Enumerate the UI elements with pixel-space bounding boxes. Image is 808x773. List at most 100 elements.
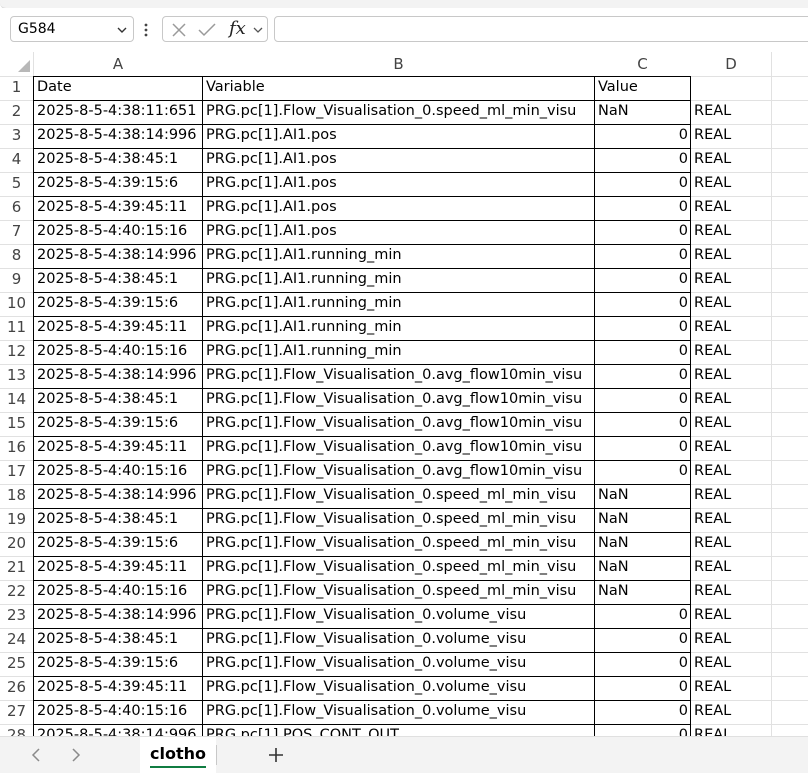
row-header[interactable]: 16: [0, 436, 33, 460]
row-header[interactable]: 5: [0, 172, 33, 196]
fx-icon[interactable]: fx: [229, 18, 246, 40]
row-header[interactable]: 4: [0, 148, 33, 172]
row-header[interactable]: 24: [0, 628, 33, 652]
row-header[interactable]: 2: [0, 100, 33, 124]
cell-date[interactable]: 2025-8-5-4:38:45:1: [34, 508, 203, 532]
row-header[interactable]: 12: [0, 340, 33, 364]
cell-type[interactable]: REAL: [691, 100, 771, 124]
cell-date[interactable]: 2025-8-5-4:38:45:1: [34, 148, 203, 172]
cell-date[interactable]: 2025-8-5-4:39:45:11: [34, 436, 203, 460]
cell-variable[interactable]: PRG.pc[1].AI1.running_min: [203, 292, 595, 316]
cell-type[interactable]: REAL: [691, 628, 771, 652]
row-header[interactable]: 1: [0, 76, 33, 100]
cell-date[interactable]: 2025-8-5-4:38:14:996: [34, 604, 203, 628]
cell-type[interactable]: REAL: [691, 268, 771, 292]
cell-date[interactable]: 2025-8-5-4:39:45:11: [34, 196, 203, 220]
cell-type[interactable]: REAL: [691, 148, 771, 172]
column-header-d[interactable]: D: [691, 52, 771, 76]
cell-value[interactable]: 0: [595, 316, 691, 340]
cell-type[interactable]: REAL: [691, 196, 771, 220]
cell-type[interactable]: REAL: [691, 556, 771, 580]
cell-type[interactable]: REAL: [691, 460, 771, 484]
cell-date[interactable]: 2025-8-5-4:38:45:1: [34, 268, 203, 292]
row-header[interactable]: 21: [0, 556, 33, 580]
cell-variable[interactable]: PRG.pc[1].AI1.pos: [203, 196, 595, 220]
cell-variable[interactable]: PRG.pc[1].Flow_Visualisation_0.volume_vi…: [203, 700, 595, 724]
cell-date[interactable]: 2025-8-5-4:40:15:16: [34, 340, 203, 364]
header-cell-c[interactable]: Value: [595, 76, 691, 100]
cell-type[interactable]: REAL: [691, 388, 771, 412]
cell-type[interactable]: REAL: [691, 580, 771, 604]
cell-variable[interactable]: PRG.pc[1].AI1.pos: [203, 220, 595, 244]
cell-variable[interactable]: PRG.pc[1].Flow_Visualisation_0.avg_flow1…: [203, 388, 595, 412]
cell-value[interactable]: 0: [595, 292, 691, 316]
row-header[interactable]: 25: [0, 652, 33, 676]
header-cell-a[interactable]: Date: [34, 76, 203, 100]
row-header[interactable]: 27: [0, 700, 33, 724]
cell-variable[interactable]: PRG.pc[1].AI1.pos: [203, 172, 595, 196]
row-header[interactable]: 20: [0, 532, 33, 556]
cell-date[interactable]: 2025-8-5-4:39:15:6: [34, 532, 203, 556]
cell-date[interactable]: 2025-8-5-4:38:14:996: [34, 724, 203, 736]
row-header[interactable]: 14: [0, 388, 33, 412]
column-header-c[interactable]: C: [595, 52, 690, 76]
cell-variable[interactable]: PRG.pc[1].Flow_Visualisation_0.speed_ml_…: [203, 580, 595, 604]
cell-value[interactable]: 0: [595, 724, 691, 736]
cell-variable[interactable]: PRG.pc[1].AI1.running_min: [203, 316, 595, 340]
cell-value[interactable]: 0: [595, 652, 691, 676]
row-header[interactable]: 9: [0, 268, 33, 292]
column-header-a[interactable]: A: [34, 52, 202, 76]
row-header[interactable]: 22: [0, 580, 33, 604]
cell-date[interactable]: 2025-8-5-4:39:15:6: [34, 412, 203, 436]
cell-date[interactable]: 2025-8-5-4:40:15:16: [34, 220, 203, 244]
cell-value[interactable]: 0: [595, 460, 691, 484]
cell-value[interactable]: NaN: [595, 484, 691, 508]
cell-date[interactable]: 2025-8-5-4:38:45:1: [34, 628, 203, 652]
row-header[interactable]: 23: [0, 604, 33, 628]
row-header[interactable]: 8: [0, 244, 33, 268]
cell-type[interactable]: REAL: [691, 724, 771, 736]
cell-type[interactable]: REAL: [691, 340, 771, 364]
plus-icon[interactable]: [264, 745, 288, 765]
cell-type[interactable]: REAL: [691, 292, 771, 316]
cell-date[interactable]: 2025-8-5-4:39:15:6: [34, 652, 203, 676]
row-header[interactable]: 7: [0, 220, 33, 244]
cell-value[interactable]: 0: [595, 244, 691, 268]
cell-type[interactable]: REAL: [691, 676, 771, 700]
header-cell-d[interactable]: [691, 76, 771, 100]
cell-date[interactable]: 2025-8-5-4:38:14:996: [34, 364, 203, 388]
cell-value[interactable]: 0: [595, 604, 691, 628]
row-header[interactable]: 11: [0, 316, 33, 340]
cell-value[interactable]: 0: [595, 148, 691, 172]
chevron-left-icon[interactable]: [29, 747, 43, 763]
cell-variable[interactable]: PRG.pc[1].Flow_Visualisation_0.avg_flow1…: [203, 460, 595, 484]
cell-variable[interactable]: PRG.pc[1].AI1.pos: [203, 148, 595, 172]
sheet-tab-clotho[interactable]: clotho: [140, 737, 216, 773]
cell-value[interactable]: 0: [595, 628, 691, 652]
cell-date[interactable]: 2025-8-5-4:40:15:16: [34, 700, 203, 724]
cell-type[interactable]: REAL: [691, 220, 771, 244]
formula-input[interactable]: [274, 16, 808, 42]
cell-variable[interactable]: PRG.pc[1].Flow_Visualisation_0.volume_vi…: [203, 676, 595, 700]
cell-value[interactable]: NaN: [595, 532, 691, 556]
cell-date[interactable]: 2025-8-5-4:38:14:996: [34, 484, 203, 508]
row-header[interactable]: 18: [0, 484, 33, 508]
cell-date[interactable]: 2025-8-5-4:39:45:11: [34, 676, 203, 700]
cell-type[interactable]: REAL: [691, 532, 771, 556]
cell-date[interactable]: 2025-8-5-4:39:45:11: [34, 556, 203, 580]
cell-variable[interactable]: PRG.pc[1].AI1.running_min: [203, 244, 595, 268]
cell-variable[interactable]: PRG.pc[1].Flow_Visualisation_0.volume_vi…: [203, 604, 595, 628]
chevron-right-icon[interactable]: [69, 747, 83, 763]
cell-variable[interactable]: PRG.pc[1].Flow_Visualisation_0.volume_vi…: [203, 652, 595, 676]
cell-date[interactable]: 2025-8-5-4:40:15:16: [34, 580, 203, 604]
row-header[interactable]: 19: [0, 508, 33, 532]
row-header[interactable]: 28: [0, 724, 33, 736]
row-header[interactable]: 15: [0, 412, 33, 436]
cell-value[interactable]: 0: [595, 364, 691, 388]
cell-type[interactable]: REAL: [691, 244, 771, 268]
cell-value[interactable]: 0: [595, 268, 691, 292]
cell-value[interactable]: 0: [595, 196, 691, 220]
cell-type[interactable]: REAL: [691, 700, 771, 724]
cell-variable[interactable]: PRG.pc[1].Flow_Visualisation_0.speed_ml_…: [203, 484, 595, 508]
cell-value[interactable]: 0: [595, 412, 691, 436]
